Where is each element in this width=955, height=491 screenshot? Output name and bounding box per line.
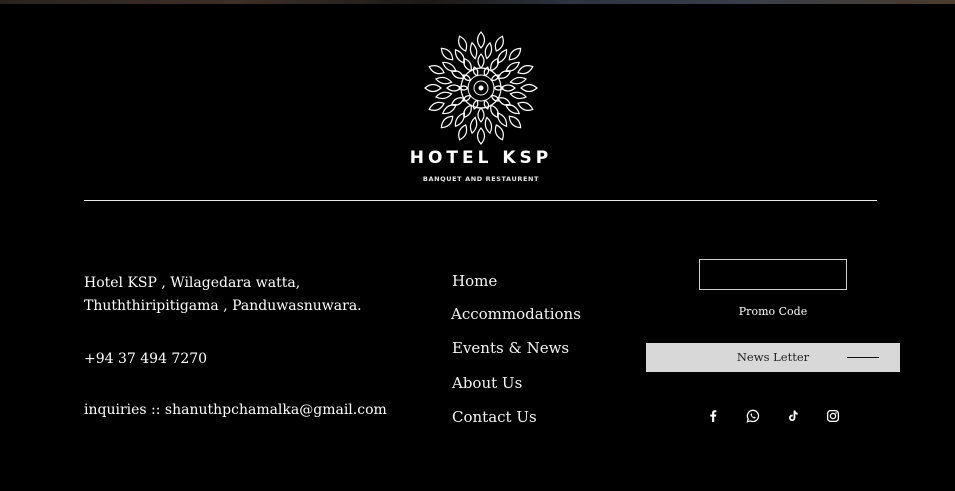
nav-link-contact[interactable]: Contact Us: [452, 408, 537, 426]
site-footer: HOTEL KSP BANQUET AND RESTAURENT Hotel K…: [1, 4, 954, 491]
tiktok-icon[interactable]: [783, 406, 803, 426]
whatsapp-icon[interactable]: [743, 406, 763, 426]
nav-link-about[interactable]: About Us: [452, 374, 522, 392]
phone-number[interactable]: +94 37 494 7270: [84, 351, 207, 367]
brand-name: HOTEL KSP: [409, 148, 553, 168]
address-block: Hotel KSP , Wilagedara watta, Thuththiri…: [84, 272, 394, 318]
instagram-icon[interactable]: [823, 406, 843, 426]
brand-tagline: BANQUET AND RESTAURENT: [422, 175, 540, 183]
newsletter-button[interactable]: News Letter: [646, 343, 900, 372]
mandala-logo-icon: [424, 31, 538, 145]
nav-link-home[interactable]: Home: [452, 272, 497, 290]
arrow-line-icon: [847, 357, 879, 358]
hotel-logo[interactable]: HOTEL KSP BANQUET AND RESTAURENT: [406, 30, 556, 190]
promo-code-label: Promo Code: [738, 305, 808, 318]
address-line-2: Thuththiripitigama , Panduwasnuwara.: [84, 298, 362, 314]
promo-code-input[interactable]: [699, 259, 847, 290]
address-line-1: Hotel KSP , Wilagedara watta,: [84, 275, 301, 291]
nav-link-accommodations[interactable]: Accommodations: [451, 305, 581, 323]
footer-divider: [84, 200, 877, 201]
nav-link-events-news[interactable]: Events & News: [452, 339, 569, 357]
email-address[interactable]: inquiries :: shanuthpchamalka@gmail.com: [84, 402, 387, 418]
facebook-icon[interactable]: [703, 406, 723, 426]
